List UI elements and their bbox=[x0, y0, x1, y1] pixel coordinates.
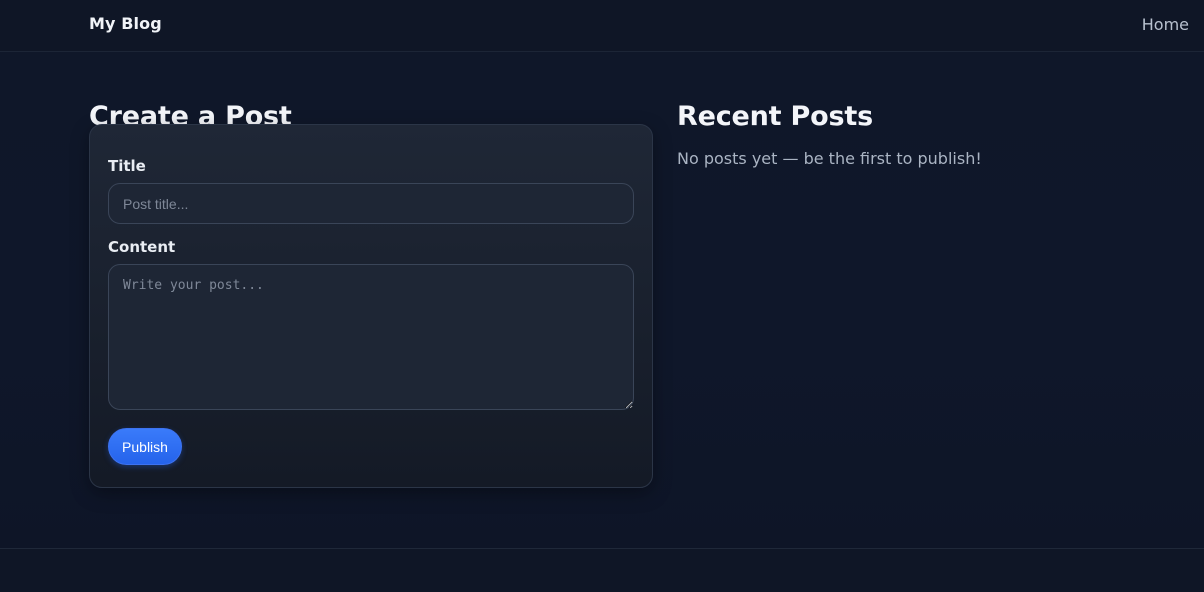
post-title-input[interactable] bbox=[108, 183, 634, 224]
create-post-card: Title Content Publish bbox=[89, 124, 653, 488]
nav-home-link[interactable]: Home bbox=[1142, 15, 1189, 34]
top-navbar: My Blog Home bbox=[0, 0, 1204, 52]
content-label: Content bbox=[108, 238, 176, 256]
post-content-textarea[interactable] bbox=[108, 264, 634, 410]
main-content: Create a Post Title Content Publish Rece… bbox=[0, 52, 1204, 548]
page-footer bbox=[0, 548, 1204, 592]
empty-posts-message: No posts yet — be the first to publish! bbox=[677, 149, 982, 168]
recent-posts-heading: Recent Posts bbox=[677, 101, 873, 133]
publish-button[interactable]: Publish bbox=[108, 428, 182, 465]
site-brand[interactable]: My Blog bbox=[89, 14, 162, 33]
title-label: Title bbox=[108, 157, 146, 175]
